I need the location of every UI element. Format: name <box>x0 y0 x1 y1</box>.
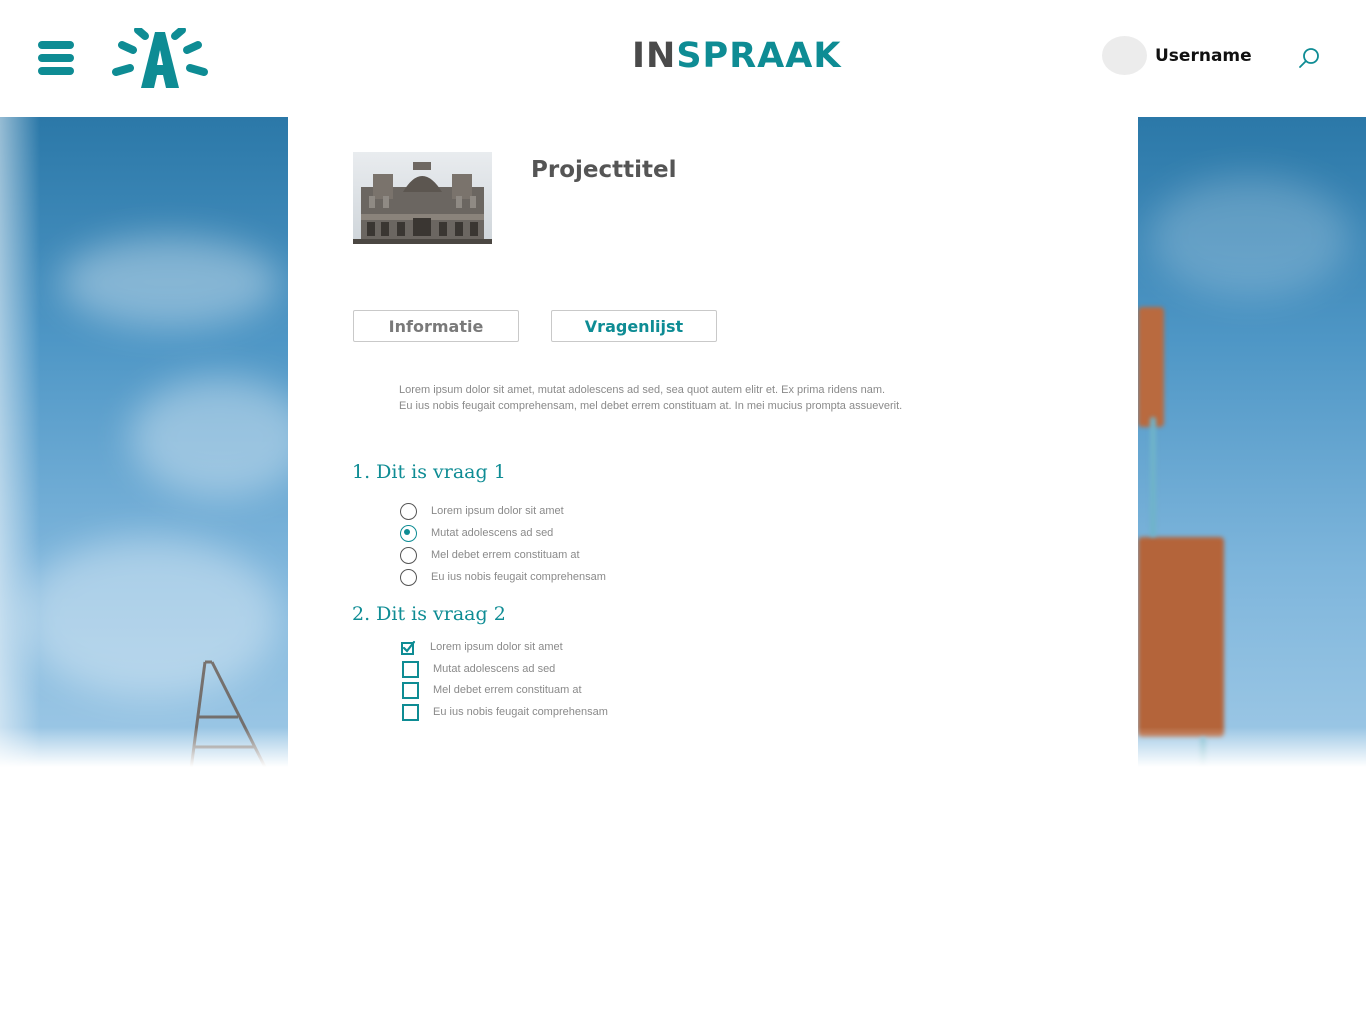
question-1-option[interactable]: Lorem ipsum dolor sit amet <box>399 501 564 521</box>
question-2-option[interactable]: Mutat adolescens ad sed <box>399 659 555 679</box>
question-1-option[interactable]: Eu ius nobis feugait comprehensam <box>399 567 606 587</box>
option-label: Eu ius nobis feugait comprehensam <box>431 571 606 583</box>
checkbox-checked-icon[interactable] <box>399 639 416 656</box>
question-2-option[interactable]: Lorem ipsum dolor sit amet <box>399 637 563 657</box>
question-2-option[interactable]: Mel debet errem constituam at <box>399 680 582 700</box>
hamburger-icon-bar <box>38 41 74 49</box>
project-panel: Projecttitel Informatie Vragenlijst Lore… <box>288 117 1138 767</box>
city-logo-icon[interactable] <box>108 28 212 90</box>
radio-checked-icon[interactable] <box>400 524 417 542</box>
checkbox-unchecked-icon[interactable] <box>402 681 419 699</box>
menu-button[interactable] <box>38 41 74 75</box>
project-title: Projecttitel <box>531 157 677 183</box>
checkbox-unchecked-icon[interactable] <box>402 660 419 678</box>
radio-unchecked-icon[interactable] <box>400 502 417 520</box>
option-label: Mutat adolescens ad sed <box>433 663 556 675</box>
question-2-option[interactable]: Eu ius nobis feugait comprehensam <box>399 702 608 722</box>
radio-unchecked-icon[interactable] <box>400 546 417 564</box>
question-title-1: 1. Dit is vraag 1 <box>352 461 506 483</box>
search-icon[interactable] <box>1296 46 1322 72</box>
option-label: Mel debet errem constituam at <box>431 549 580 561</box>
option-label: Lorem ipsum dolor sit amet <box>431 505 564 517</box>
username-label[interactable]: Username <box>1155 46 1252 66</box>
intro-text: Lorem ipsum dolor sit amet, mutat adoles… <box>399 382 959 414</box>
tab-vragenlijst[interactable]: Vragenlijst <box>551 310 717 342</box>
option-label: Mel debet errem constituam at <box>433 684 582 696</box>
app-brand[interactable]: INSPRAAK <box>632 34 841 78</box>
tab-informatie[interactable]: Informatie <box>353 310 519 342</box>
radio-unchecked-icon[interactable] <box>400 568 417 586</box>
brand-in: IN <box>632 36 677 76</box>
brand-spraak: SPRAAK <box>676 36 842 76</box>
avatar[interactable] <box>1102 36 1147 75</box>
crane-image <box>189 660 267 767</box>
checkbox-unchecked-icon[interactable] <box>402 703 419 721</box>
option-label: Eu ius nobis feugait comprehensam <box>433 706 608 718</box>
question-1-option[interactable]: Mel debet errem constituam at <box>399 545 580 565</box>
project-thumbnail-image <box>353 152 492 244</box>
intro-line: Eu ius nobis feugait comprehensam, mel d… <box>399 400 903 412</box>
hamburger-icon-bar <box>38 54 74 62</box>
hamburger-icon-bar <box>38 67 74 75</box>
question-1-option[interactable]: Mutat adolescens ad sed <box>399 523 553 543</box>
option-label: Lorem ipsum dolor sit amet <box>430 641 563 653</box>
site-header: INSPRAAK Username <box>0 0 1366 117</box>
option-label: Mutat adolescens ad sed <box>431 527 554 539</box>
intro-line: Lorem ipsum dolor sit amet, mutat adoles… <box>399 384 886 396</box>
question-title-2: 2. Dit is vraag 2 <box>352 603 506 625</box>
